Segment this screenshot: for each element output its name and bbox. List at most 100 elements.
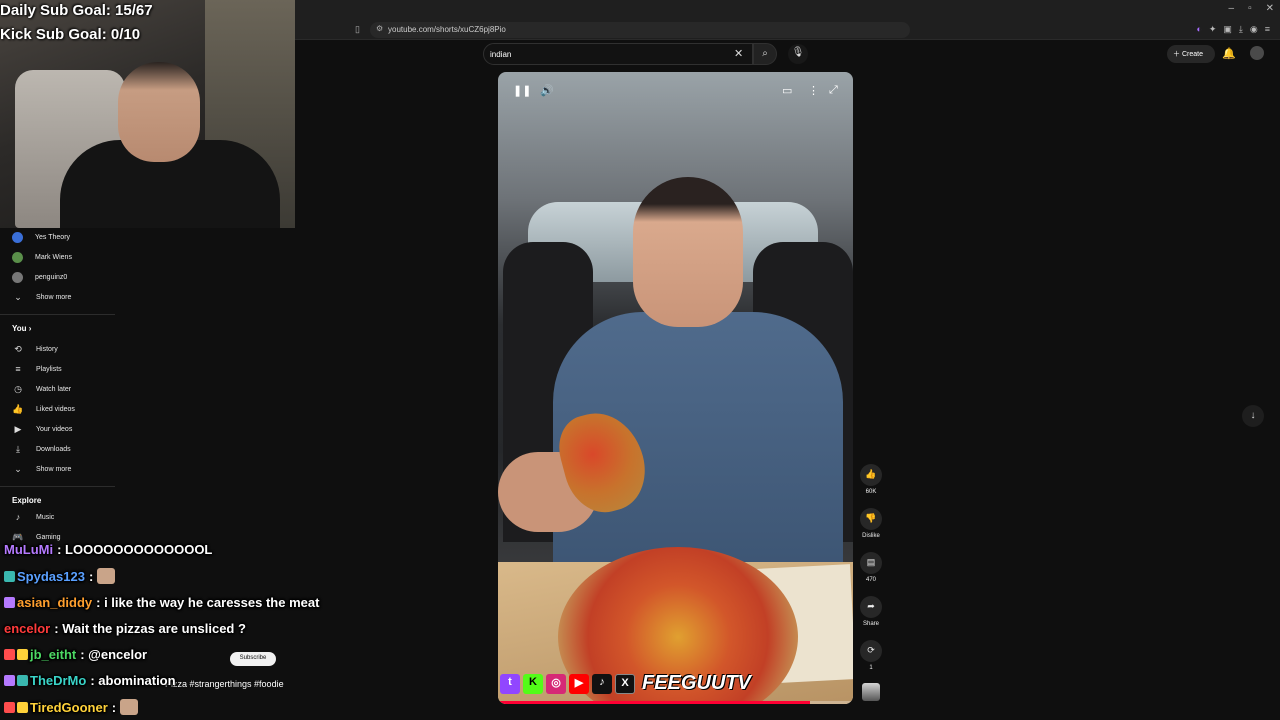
subscribe-button[interactable]: Subscribe xyxy=(230,652,276,666)
chat-text: : LOOOOOOOOOOOOOL xyxy=(57,542,213,557)
dislike-label: Dislike xyxy=(862,533,880,539)
instagram-icon: ◎ xyxy=(546,673,566,694)
chat-text: : xyxy=(88,568,94,584)
thumbs-up-icon: 👍 xyxy=(865,469,877,479)
dislike-button[interactable]: 👎 Dislike xyxy=(860,508,882,539)
liked-videos-icon: 👍 xyxy=(12,403,24,414)
comments-count: 470 xyxy=(865,577,876,583)
sidebar-subscription-yes-theory[interactable]: Yes Theory xyxy=(0,228,120,246)
sidebar-item-your-videos[interactable]: ▶ Your videos xyxy=(0,420,120,438)
shorts-video-player[interactable]: ❚❚ 🔊 ▭ ⋮ ⤢ xyxy=(498,72,853,704)
search-button[interactable]: ⌕ xyxy=(753,43,777,65)
bookmark-icon[interactable]: ▯ xyxy=(355,24,360,35)
chat-username: jb_eitht xyxy=(30,647,77,662)
create-label: Create xyxy=(1181,51,1203,58)
chat-message: TheDrMo : abomination xyxy=(4,673,176,688)
sidebar-item-playlists[interactable]: ≡ Playlists xyxy=(0,360,120,378)
twitch-icon: t xyxy=(500,673,520,694)
minimize-button[interactable]: – xyxy=(1229,3,1235,14)
chat-message: TiredGooner : xyxy=(4,699,139,715)
share-button[interactable]: ➦ Share xyxy=(860,596,882,627)
close-window-button[interactable]: ✕ xyxy=(1266,3,1274,14)
sidebar-subscription-penguinz0[interactable]: penguinz0 xyxy=(0,268,120,286)
chat-username: TiredGooner xyxy=(30,699,108,715)
chat-badge-icon xyxy=(4,570,15,582)
sidebar-item-watch-later[interactable]: ◷ Watch later xyxy=(0,380,120,398)
url-text: youtube.com/shorts/xuCZ6pj8Pio xyxy=(388,25,506,34)
comment-icon: ▤ xyxy=(866,557,876,567)
next-short-button[interactable]: ↓ xyxy=(1242,405,1264,427)
chat-username: TheDrMo xyxy=(30,673,87,688)
sidebar-you-show-more[interactable]: ⌄ Show more xyxy=(0,460,120,478)
sidebar-item-label: Your videos xyxy=(36,425,73,433)
video-progress-fill xyxy=(498,701,811,704)
account-avatar[interactable] xyxy=(1250,46,1264,60)
sidebar-item-label: Music xyxy=(36,513,55,521)
maximize-button[interactable]: ▫ xyxy=(1248,3,1252,14)
streamer-brand-logo: FEEGUUTV xyxy=(642,672,751,694)
thumbs-down-icon: 👎 xyxy=(865,513,877,523)
video-progress-bar[interactable] xyxy=(498,701,853,704)
sidebar-heading-label: You xyxy=(12,324,27,333)
your-videos-icon: ▶ xyxy=(14,423,22,434)
sidebar-item-label: Show more xyxy=(36,465,72,473)
search-input[interactable]: indian xyxy=(483,43,753,65)
menu-icon[interactable]: ≡ xyxy=(1265,24,1270,35)
sidebar-subscription-mark-wiens[interactable]: Mark Wiens xyxy=(0,248,120,266)
search-query-text: indian xyxy=(490,50,512,59)
sidebar-item-label: Show more xyxy=(36,293,72,301)
volume-icon[interactable]: 🔊 xyxy=(540,84,554,97)
extension-icon[interactable]: ◐ xyxy=(1196,24,1201,35)
puzzle-icon[interactable]: ✦ xyxy=(1209,24,1217,35)
chat-message: jb_eitht : @encelor xyxy=(4,647,147,662)
sidebar-item-label: Watch later xyxy=(36,385,72,393)
chat-username: MuLuMi xyxy=(4,542,54,557)
sidebar-item-label: Yes Theory xyxy=(35,233,71,241)
clear-search-icon[interactable]: ✕ xyxy=(734,47,743,60)
chat-emote-icon xyxy=(97,568,116,584)
pause-icon[interactable]: ❚❚ xyxy=(513,84,531,97)
site-info-icon[interactable]: ⚙ xyxy=(376,24,383,33)
sidebar-item-music[interactable]: ♪ Music xyxy=(0,508,120,526)
chevron-down-icon: ⌄ xyxy=(14,463,22,474)
address-bar-row: ▯ ⚙ youtube.com/shorts/xuCZ6pj8Pio ◐ ✦ ▣… xyxy=(295,20,1280,40)
microphone-icon: 🎙 xyxy=(791,47,805,58)
captions-icon[interactable]: ▭ xyxy=(782,84,792,97)
sidebar-subs-show-more[interactable]: ⌄ Show more xyxy=(0,288,120,306)
chat-text: : @encelor xyxy=(80,647,148,662)
extension-toolbar: ◐ ✦ ▣ ⤓ ◉ ≡ xyxy=(1196,24,1270,35)
remix-icon: ⟳ xyxy=(867,645,875,655)
notifications-bell-icon[interactable]: 🔔 xyxy=(1222,47,1236,60)
chat-badge-icon xyxy=(17,675,28,686)
window-controls: – ▫ ✕ xyxy=(1229,3,1275,14)
sidebar-item-history[interactable]: ⟲ History xyxy=(0,340,120,358)
like-button[interactable]: 👍 60K xyxy=(860,464,882,495)
profile-icon[interactable]: ◉ xyxy=(1250,24,1258,35)
comments-button[interactable]: ▤ 470 xyxy=(860,552,882,583)
sidebar-item-label: Playlists xyxy=(36,365,62,373)
chat-message: asian_diddy : i like the way he caresses… xyxy=(4,595,319,610)
sidebar-you-heading[interactable]: You › xyxy=(12,324,31,333)
voice-search-button[interactable]: 🎙 xyxy=(788,44,808,64)
fullscreen-icon[interactable]: ⤢ xyxy=(829,84,838,97)
sidebar-divider xyxy=(0,314,115,315)
url-field[interactable]: ⚙ youtube.com/shorts/xuCZ6pj8Pio xyxy=(370,22,910,38)
video-description: Pizza #strangerthings #foodie xyxy=(165,679,284,689)
history-icon: ⟲ xyxy=(14,343,22,354)
chat-username: asian_diddy xyxy=(17,595,93,610)
sidebar-item-liked-videos[interactable]: 👍 Liked videos xyxy=(0,400,120,418)
chat-text: : i like the way he caresses the meat xyxy=(96,595,320,610)
sidebar-item-label: Liked videos xyxy=(36,405,75,413)
remix-button[interactable]: ⟳ 1 xyxy=(860,640,882,671)
chat-username: Spydas123 xyxy=(17,568,85,584)
share-label: Share xyxy=(862,621,879,627)
more-options-icon[interactable]: ⋮ xyxy=(808,84,819,97)
sidebar-icon[interactable]: ▣ xyxy=(1223,24,1232,35)
create-button[interactable]: ＋ Create xyxy=(1167,45,1215,63)
chevron-down-icon: ⌄ xyxy=(14,291,22,302)
chat-badge-icon xyxy=(17,701,28,713)
chat-badge-icon xyxy=(4,649,15,660)
channel-thumbnail[interactable] xyxy=(862,683,880,701)
sidebar-item-downloads[interactable]: ⤓ Downloads xyxy=(0,440,120,458)
download-icon[interactable]: ⤓ xyxy=(1239,24,1243,35)
